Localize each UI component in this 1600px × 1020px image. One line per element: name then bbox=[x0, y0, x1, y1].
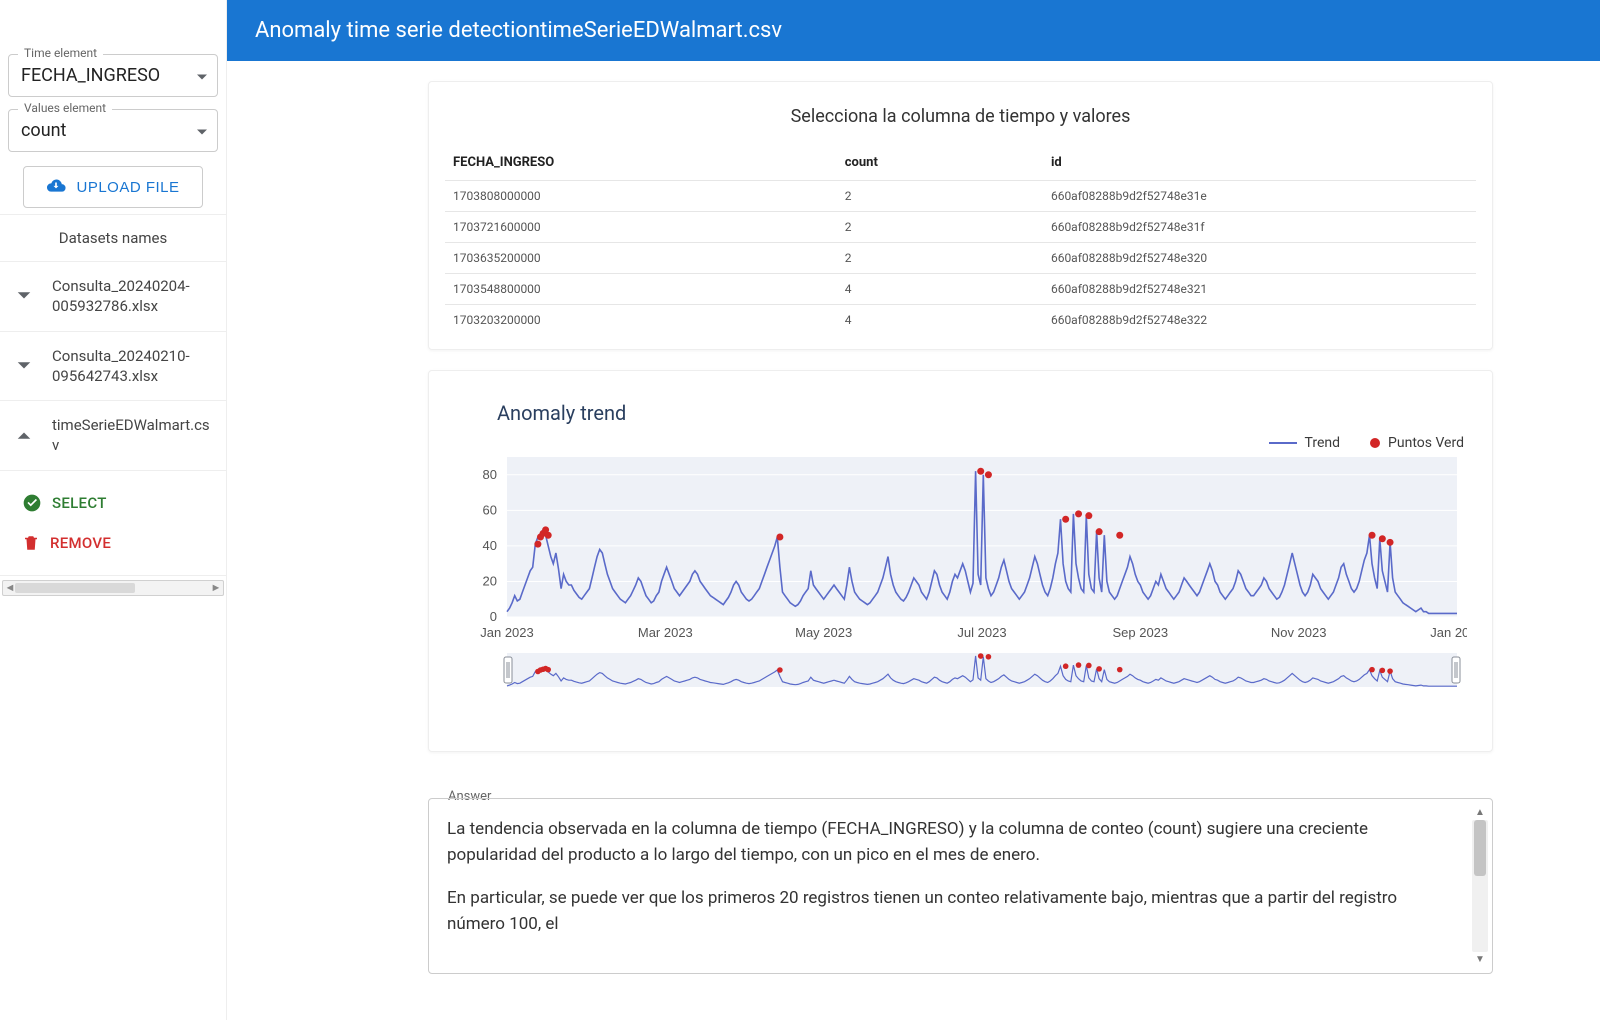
table-cell: 2 bbox=[837, 212, 1043, 243]
answer-paragraph: En particular, se puede ver que los prim… bbox=[447, 886, 1454, 937]
table-cell: 2 bbox=[837, 243, 1043, 274]
sidebar-horizontal-scrollbar[interactable]: ◄ ► bbox=[2, 580, 224, 596]
remove-label: REMOVE bbox=[50, 534, 111, 552]
scrollbar-thumb[interactable] bbox=[15, 583, 135, 593]
svg-text:Mar 2023: Mar 2023 bbox=[638, 625, 693, 640]
table-header[interactable]: id bbox=[1043, 145, 1476, 181]
dataset-actions: SELECT REMOVE bbox=[0, 471, 226, 576]
table-cell: 660af08288b9d2f52748e31e bbox=[1043, 181, 1476, 212]
cloud-upload-icon bbox=[46, 177, 66, 197]
upload-file-button[interactable]: UPLOAD FILE bbox=[23, 166, 202, 208]
remove-dataset-button[interactable]: REMOVE bbox=[0, 523, 226, 563]
time-element-legend: Time element bbox=[18, 46, 103, 60]
scrollbar-thumb[interactable] bbox=[1474, 820, 1486, 876]
svg-text:May 2023: May 2023 bbox=[795, 625, 852, 640]
svg-text:Jan 2023: Jan 2023 bbox=[480, 625, 534, 640]
table-row: 17036352000002660af08288b9d2f52748e320 bbox=[445, 243, 1476, 274]
chevron-down-icon bbox=[196, 66, 208, 85]
svg-text:0: 0 bbox=[490, 609, 497, 624]
table-title: Selecciona la columna de tiempo y valore… bbox=[445, 106, 1476, 127]
scroll-down-icon: ▼ bbox=[1475, 952, 1485, 967]
table-cell: 2 bbox=[837, 181, 1043, 212]
table-cell: 4 bbox=[837, 305, 1043, 336]
chart-title: Anomaly trend bbox=[497, 401, 1474, 425]
main: Anomaly time serie detectiontimeSerieEDW… bbox=[227, 0, 1600, 1020]
dataset-item[interactable]: Consulta_20240210-095642743.xlsx bbox=[0, 332, 226, 402]
values-element-select[interactable]: Values element count bbox=[8, 109, 218, 152]
answer-panel: Answer La tendencia observada en la colu… bbox=[428, 798, 1493, 974]
data-table: FECHA_INGRESOcountid 17038080000002660af… bbox=[445, 145, 1476, 335]
svg-text:20: 20 bbox=[483, 573, 497, 588]
table-cell: 660af08288b9d2f52748e321 bbox=[1043, 274, 1476, 305]
expand-more-icon bbox=[14, 361, 34, 371]
chart-plot[interactable]: 0 20 40 60 80 Jan 2023 Mar 2023 May 2023 Jul 202… bbox=[447, 457, 1474, 721]
trash-icon bbox=[22, 533, 40, 553]
time-element-select[interactable]: Time element FECHA_INGRESO bbox=[8, 54, 218, 97]
expand-less-icon bbox=[14, 430, 34, 440]
check-circle-icon bbox=[22, 493, 42, 513]
svg-text:Jan 2024: Jan 2024 bbox=[1430, 625, 1467, 640]
table-row: 17035488000004660af08288b9d2f52748e321 bbox=[445, 274, 1476, 305]
table-row: 17037216000002660af08288b9d2f52748e31f bbox=[445, 212, 1476, 243]
scroll-right-icon: ► bbox=[210, 581, 222, 594]
table-cell: 660af08288b9d2f52748e322 bbox=[1043, 305, 1476, 336]
svg-text:80: 80 bbox=[483, 467, 497, 482]
table-cell: 660af08288b9d2f52748e31f bbox=[1043, 212, 1476, 243]
table-row: 17032032000004660af08288b9d2f52748e322 bbox=[445, 305, 1476, 336]
legend-points[interactable]: Puntos Verd bbox=[1370, 435, 1464, 451]
dataset-item-label: timeSerieEDWalmart.csv bbox=[52, 415, 212, 456]
table-header[interactable]: FECHA_INGRESO bbox=[445, 145, 837, 181]
time-element-value: FECHA_INGRESO bbox=[21, 65, 160, 86]
values-element-value: count bbox=[21, 120, 66, 141]
chevron-down-icon bbox=[196, 121, 208, 140]
data-preview-card: Selecciona la columna de tiempo y valore… bbox=[428, 81, 1493, 350]
dataset-item[interactable]: timeSerieEDWalmart.csv bbox=[0, 401, 226, 471]
values-element-legend: Values element bbox=[18, 101, 112, 115]
table-cell: 1703635200000 bbox=[445, 243, 837, 274]
legend-line-icon bbox=[1269, 442, 1297, 444]
sidebar: Time element FECHA_INGRESO Values elemen… bbox=[0, 0, 227, 1020]
scroll-up-icon: ▲ bbox=[1475, 805, 1485, 820]
dataset-item-label: Consulta_20240210-095642743.xlsx bbox=[52, 346, 212, 387]
select-dataset-button[interactable]: SELECT bbox=[0, 483, 226, 523]
expand-more-icon bbox=[14, 291, 34, 301]
dataset-item-label: Consulta_20240204-005932786.xlsx bbox=[52, 276, 212, 317]
answer-textarea[interactable]: La tendencia observada en la columna de … bbox=[428, 798, 1493, 974]
table-cell: 1703721600000 bbox=[445, 212, 837, 243]
answer-scrollbar[interactable]: ▲ ▼ bbox=[1472, 805, 1488, 967]
svg-text:60: 60 bbox=[483, 502, 497, 517]
scroll-left-icon: ◄ bbox=[4, 581, 16, 594]
table-cell: 1703808000000 bbox=[445, 181, 837, 212]
legend-dot-icon bbox=[1370, 438, 1380, 448]
select-label: SELECT bbox=[52, 494, 107, 512]
svg-text:40: 40 bbox=[483, 538, 497, 553]
answer-paragraph: La tendencia observada en la columna de … bbox=[447, 817, 1454, 868]
table-cell: 1703548800000 bbox=[445, 274, 837, 305]
dataset-item[interactable]: Consulta_20240204-005932786.xlsx bbox=[0, 262, 226, 332]
table-header[interactable]: count bbox=[837, 145, 1043, 181]
upload-file-label: UPLOAD FILE bbox=[76, 179, 179, 196]
svg-text:Jul 2023: Jul 2023 bbox=[957, 625, 1006, 640]
chart-legend: Trend Puntos Verd bbox=[447, 435, 1474, 451]
anomaly-trend-card: Anomaly trend Trend Puntos Verd 0 20 40 60 8… bbox=[428, 370, 1493, 752]
svg-text:Sep 2023: Sep 2023 bbox=[1112, 625, 1168, 640]
table-cell: 4 bbox=[837, 274, 1043, 305]
datasets-header: Datasets names bbox=[0, 215, 226, 262]
table-row: 17038080000002660af08288b9d2f52748e31e bbox=[445, 181, 1476, 212]
table-cell: 1703203200000 bbox=[445, 305, 837, 336]
app-title-bar: Anomaly time serie detectiontimeSerieEDW… bbox=[227, 0, 1600, 61]
page-title: Anomaly time serie detectiontimeSerieEDW… bbox=[255, 18, 782, 43]
svg-text:Nov 2023: Nov 2023 bbox=[1271, 625, 1327, 640]
table-cell: 660af08288b9d2f52748e320 bbox=[1043, 243, 1476, 274]
legend-trend[interactable]: Trend bbox=[1269, 435, 1341, 451]
